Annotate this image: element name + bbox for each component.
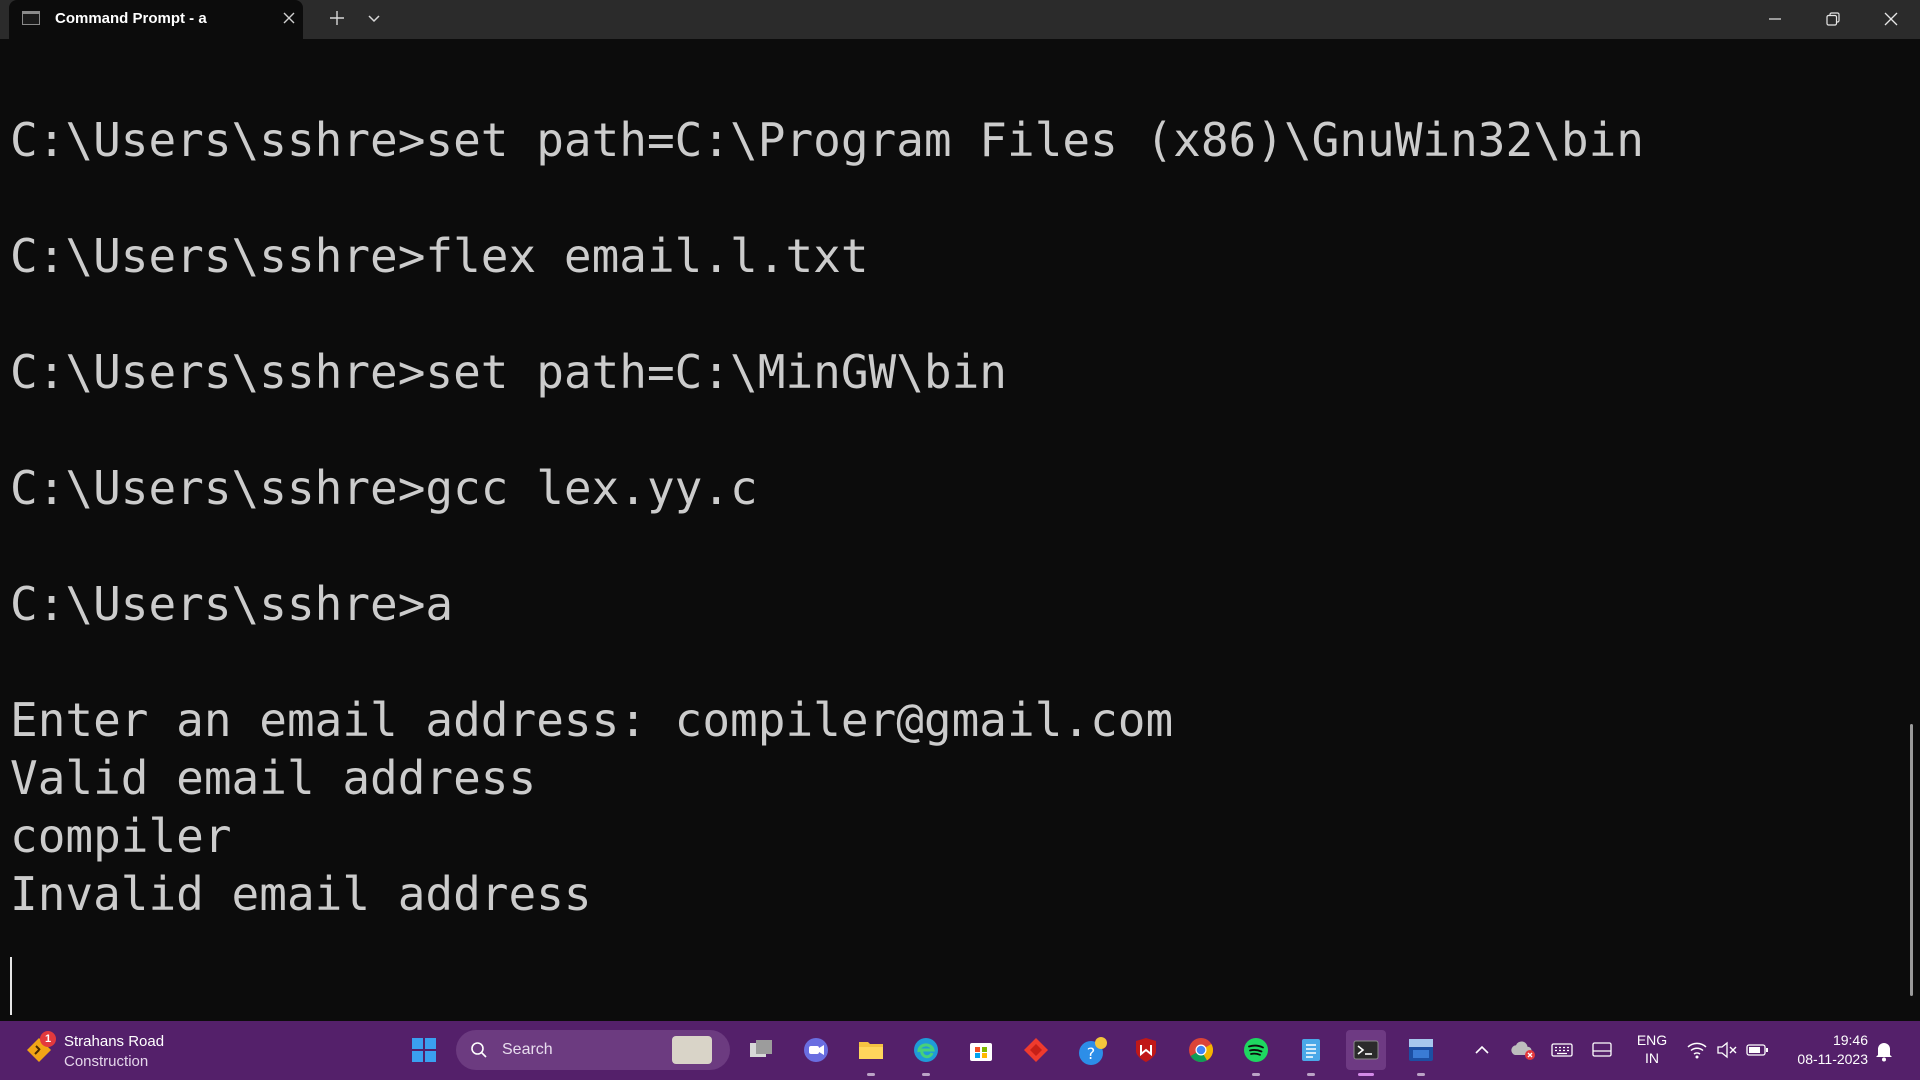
terminal-line: compiler xyxy=(10,809,232,863)
edge-button[interactable] xyxy=(906,1030,946,1076)
teams-chat-button[interactable] xyxy=(796,1030,836,1070)
language-region: IN xyxy=(1645,1050,1659,1066)
windows-start-icon xyxy=(412,1038,436,1062)
edge-icon xyxy=(914,1038,938,1062)
show-hidden-icons-button[interactable] xyxy=(1470,1038,1494,1062)
terminal-line: C:\Users\sshre>gcc lex.yy.c xyxy=(10,461,758,515)
bell-icon xyxy=(1876,1043,1892,1062)
file-explorer-button[interactable] xyxy=(851,1030,891,1076)
tab-dropdown-button[interactable] xyxy=(364,8,384,28)
keyboard-icon xyxy=(1551,1043,1573,1057)
mcafee-button[interactable] xyxy=(1126,1030,1166,1070)
dev-cpp-button[interactable] xyxy=(1401,1030,1441,1076)
weather-title: Strahans Road xyxy=(64,1033,165,1050)
terminal-output[interactable]: C:\Users\sshre>set path=C:\Program Files… xyxy=(0,39,1900,1021)
clock-button[interactable]: 19:46 08-11-2023 xyxy=(1780,1031,1868,1069)
text-cursor xyxy=(10,957,12,1015)
weather-widget[interactable]: 1 Strahans Road Construction xyxy=(20,1027,180,1075)
minimize-icon xyxy=(1769,18,1781,20)
active-indicator xyxy=(1358,1073,1374,1076)
anydesk-icon xyxy=(1024,1038,1048,1062)
close-icon xyxy=(283,12,295,24)
title-bar: Command Prompt - a xyxy=(0,0,1920,39)
close-icon xyxy=(1884,12,1898,26)
wifi-icon xyxy=(1687,1042,1707,1059)
file-explorer-icon xyxy=(859,1042,883,1059)
running-indicator xyxy=(1252,1073,1260,1076)
running-indicator xyxy=(1417,1073,1425,1076)
onedrive-status-button[interactable] xyxy=(1510,1038,1535,1062)
chrome-button[interactable] xyxy=(1181,1030,1221,1070)
task-view-icon xyxy=(750,1040,772,1057)
terminal-line: C:\Users\sshre>a xyxy=(10,577,454,631)
restore-button[interactable] xyxy=(1804,0,1862,39)
dev-cpp-icon xyxy=(1409,1039,1433,1061)
terminal-line: Invalid email address xyxy=(10,867,592,921)
terminal-line: C:\Users\sshre>set path=C:\Program Files… xyxy=(10,113,1644,167)
clock-date: 08-11-2023 xyxy=(1797,1051,1868,1067)
start-button[interactable] xyxy=(404,1030,444,1070)
running-indicator xyxy=(922,1073,930,1076)
terminal-line: Valid email address xyxy=(10,751,537,805)
display-icon xyxy=(1592,1042,1612,1057)
chevron-up-icon xyxy=(1475,1045,1489,1054)
search-highlight-image xyxy=(672,1036,712,1064)
battery-button[interactable] xyxy=(1745,1038,1769,1062)
battery-icon xyxy=(1746,1044,1768,1056)
clock-time: 19:46 xyxy=(1832,1032,1868,1048)
terminal-icon xyxy=(1353,1040,1379,1060)
anydesk-button[interactable] xyxy=(1016,1030,1056,1070)
microsoft-store-icon xyxy=(970,1043,992,1061)
minimize-button[interactable] xyxy=(1746,0,1804,39)
language-code: ENG xyxy=(1636,1032,1668,1048)
terminal-line: C:\Users\sshre>flex email.l.txt xyxy=(10,229,869,283)
pen-menu-button[interactable] xyxy=(1590,1038,1614,1062)
teams-chat-icon xyxy=(804,1038,828,1062)
weather-subtitle: Construction xyxy=(64,1053,149,1070)
volume-muted-icon xyxy=(1717,1041,1737,1059)
screen: Command Prompt - a C:\Users\sshre>set pa… xyxy=(0,0,1920,1080)
spotify-icon xyxy=(1244,1038,1268,1062)
running-indicator xyxy=(1307,1073,1315,1076)
microsoft-store-button[interactable] xyxy=(961,1030,1001,1070)
terminal-line: C:\Users\sshre>set path=C:\MinGW\bin xyxy=(10,345,1007,399)
notepad-icon xyxy=(1302,1039,1320,1061)
terminal-button[interactable] xyxy=(1346,1030,1386,1076)
input-language-button[interactable]: ENG IN xyxy=(1634,1031,1670,1067)
search-icon xyxy=(471,1042,487,1058)
chevron-down-icon xyxy=(368,15,380,23)
tab-command-prompt[interactable]: Command Prompt - a xyxy=(9,0,303,39)
search-placeholder: Search xyxy=(502,1041,553,1058)
notepad-button[interactable] xyxy=(1291,1030,1331,1076)
taskbar: 1 Strahans Road Construction Search ? EN… xyxy=(0,1021,1920,1080)
search-input[interactable]: Search xyxy=(456,1030,730,1070)
notifications-button[interactable] xyxy=(1874,1040,1894,1062)
restore-icon xyxy=(1826,12,1840,26)
running-indicator xyxy=(867,1073,875,1076)
scrollbar-thumb[interactable] xyxy=(1910,724,1913,996)
get-help-button[interactable]: ? xyxy=(1071,1030,1111,1070)
svg-text:?: ? xyxy=(1087,1044,1096,1063)
plus-icon xyxy=(330,11,344,25)
network-button[interactable] xyxy=(1685,1038,1709,1062)
notification-badge: 1 xyxy=(40,1031,56,1047)
new-tab-button[interactable] xyxy=(325,6,349,30)
terminal-line: Enter an email address: compiler@gmail.c… xyxy=(10,693,1174,747)
spotify-button[interactable] xyxy=(1236,1030,1276,1076)
cloud-error-icon xyxy=(1511,1041,1535,1060)
task-view-button[interactable] xyxy=(741,1030,781,1070)
console-icon xyxy=(22,11,40,25)
close-window-button[interactable] xyxy=(1862,0,1920,39)
tab-title: Command Prompt - a xyxy=(55,10,207,27)
mcafee-icon xyxy=(1136,1038,1156,1062)
touch-keyboard-button[interactable] xyxy=(1550,1038,1574,1062)
close-tab-button[interactable] xyxy=(279,8,299,28)
chrome-icon xyxy=(1189,1038,1214,1063)
help-icon: ? xyxy=(1079,1037,1107,1065)
volume-button[interactable] xyxy=(1715,1038,1739,1062)
